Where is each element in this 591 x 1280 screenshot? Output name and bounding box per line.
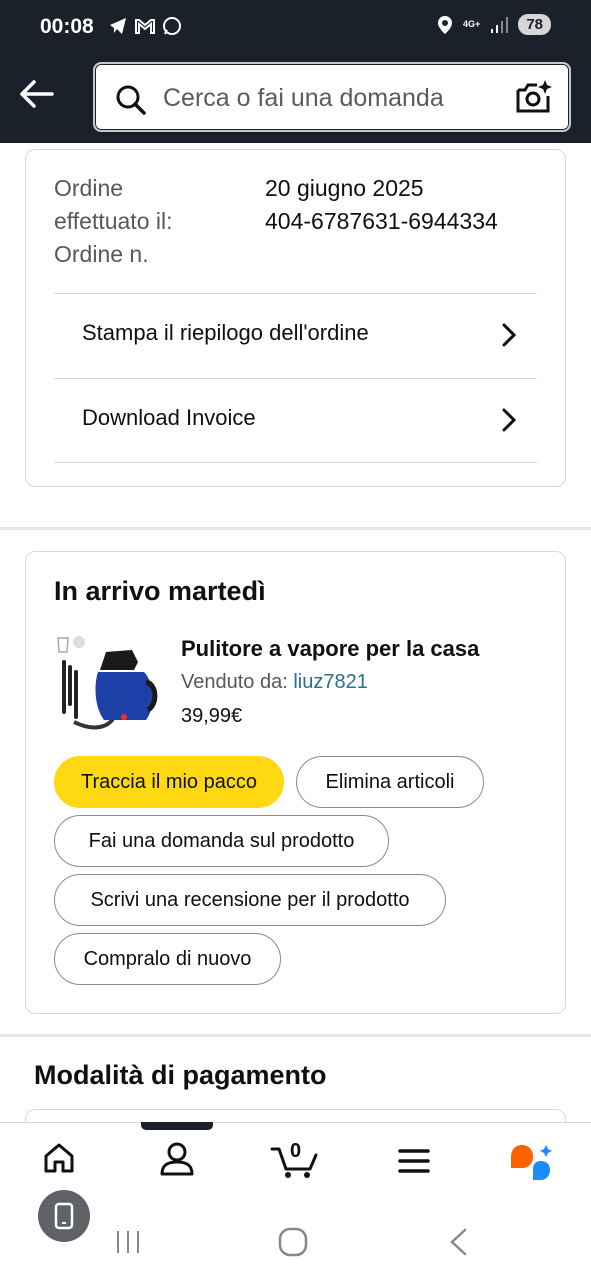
- menu-icon[interactable]: [398, 1147, 430, 1175]
- home-icon[interactable]: [42, 1141, 76, 1175]
- bottom-nav: [0, 1122, 591, 1205]
- sold-by-label: Venduto da:: [181, 671, 288, 693]
- product-seller: Venduto da: liuz7821: [181, 671, 368, 694]
- write-review-button[interactable]: Scrivi una recensione per il prodotto: [54, 874, 446, 926]
- account-icon[interactable]: [159, 1141, 195, 1177]
- order-date: 20 giugno 2025: [265, 175, 424, 201]
- active-tab-indicator: [141, 1122, 213, 1130]
- recent-apps-icon[interactable]: [115, 1229, 141, 1255]
- cart-count: 0: [290, 1140, 302, 1162]
- order-date-label-line2: effettuato il:: [54, 208, 173, 234]
- rufus-assistant-icon[interactable]: [509, 1143, 555, 1183]
- product-title[interactable]: Pulitore a vapore per la casa: [181, 636, 479, 662]
- delete-items-button[interactable]: Elimina articoli: [296, 756, 484, 808]
- section-divider: [0, 527, 591, 530]
- status-time: 00:08: [40, 15, 94, 38]
- battery-level: 78: [518, 14, 551, 35]
- search-placeholder: Cerca o fai una domanda: [163, 84, 444, 112]
- print-summary-link[interactable]: Stampa il riepilogo dell'ordine: [54, 293, 537, 378]
- signal-icon: [491, 16, 509, 33]
- payment-heading: Modalità di pagamento: [34, 1060, 327, 1090]
- system-status-icons: 4G+ 78: [437, 14, 551, 35]
- product-price: 39,99€: [181, 705, 243, 727]
- buy-again-button[interactable]: Compralo di nuovo: [54, 933, 281, 985]
- order-number-label: Ordine n.: [54, 241, 149, 267]
- chevron-right-icon: [502, 408, 517, 432]
- search-icon: [116, 85, 146, 115]
- chevron-right-icon: [502, 323, 517, 347]
- order-info-card: Ordine effettuato il: Ordine n. 20 giugn…: [25, 149, 566, 487]
- order-date-label-line1: Ordine: [54, 175, 124, 201]
- product-image[interactable]: [54, 632, 159, 732]
- track-package-button[interactable]: Traccia il mio pacco: [54, 756, 284, 808]
- seller-link[interactable]: liuz7821: [293, 671, 368, 693]
- back-arrow-icon[interactable]: [18, 78, 56, 110]
- shipment-card: In arrivo martedì Pulitore a vapore per …: [25, 551, 566, 1014]
- location-icon: [438, 15, 453, 34]
- ask-question-button[interactable]: Fai una domanda sul prodotto: [54, 815, 389, 867]
- search-bar[interactable]: Cerca o fai una domanda: [93, 62, 571, 132]
- print-summary-label: Stampa il riepilogo dell'ordine: [82, 320, 369, 345]
- section-divider: [0, 1034, 591, 1037]
- top-bar: 00:08 4G+ 78 Cerca o fai una domanda: [0, 0, 591, 143]
- network-type: 4G+: [463, 19, 481, 29]
- system-back-icon[interactable]: [447, 1227, 469, 1257]
- telegram-icon: [110, 18, 126, 34]
- floating-device-button[interactable]: [38, 1190, 90, 1242]
- delivery-heading: In arrivo martedì: [54, 576, 266, 606]
- gmail-icon: [135, 19, 155, 34]
- notification-icons: [108, 16, 182, 36]
- order-number: 404-6787631-6944334: [265, 208, 498, 234]
- download-invoice-link[interactable]: Download Invoice: [54, 378, 537, 463]
- whatsapp-icon: [163, 17, 181, 35]
- download-invoice-label: Download Invoice: [82, 405, 256, 430]
- camera-search-icon[interactable]: [515, 78, 553, 116]
- phone-icon: [54, 1202, 74, 1230]
- home-button-icon[interactable]: [278, 1227, 308, 1257]
